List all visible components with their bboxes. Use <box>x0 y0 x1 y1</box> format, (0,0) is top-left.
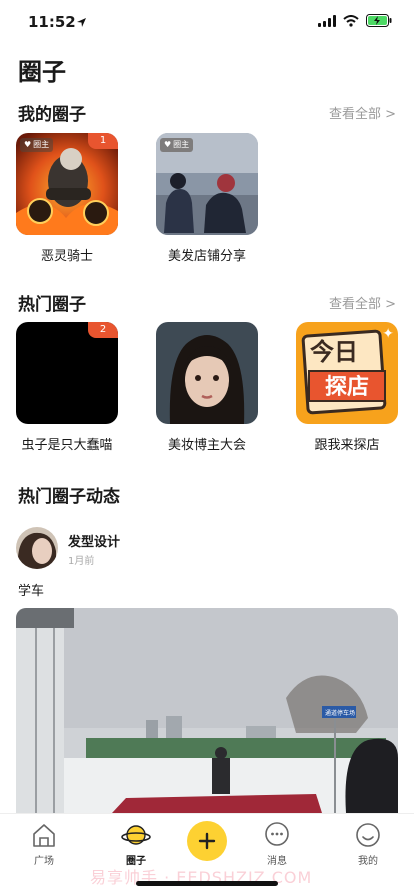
circle-label: 美妆博主大会 <box>167 438 246 453</box>
create-post-button[interactable] <box>187 821 227 861</box>
location-arrow-icon <box>77 18 86 27</box>
circle-label: 美发店铺分享 <box>167 249 246 264</box>
sparkle-icon: ✦ <box>382 326 394 342</box>
tab-label: 我的 <box>358 856 378 867</box>
tab-me[interactable]: 我的 <box>338 820 398 867</box>
store-visit-text-top: 今日 <box>310 338 358 366</box>
hot-feed-header: 热门圈子动态 <box>18 482 396 507</box>
circle-tile-ghost-rider[interactable]: ♥ 圈主 1 恶灵骑士 <box>16 133 118 264</box>
hot-feed-title: 热门圈子动态 <box>18 487 120 507</box>
post-text: 学车 <box>18 584 45 599</box>
tab-circles[interactable]: 圈子 <box>106 820 166 867</box>
parking-lot-image: 通道停车场 <box>16 608 398 813</box>
circle-label: 虫子是只大蠢喵 <box>21 438 113 453</box>
tab-plaza[interactable]: 广场 <box>14 820 74 867</box>
unread-badge: 1 <box>88 133 118 149</box>
post-image[interactable]: 通道停车场 <box>16 608 398 813</box>
circle-tile-store-visit[interactable]: 今日 探店 ✦ 跟我来探店 <box>296 322 398 453</box>
parking-sign-text: 通道停车场 <box>325 709 355 717</box>
circle-label: 跟我来探店 <box>314 438 380 453</box>
avatar-image <box>16 527 58 569</box>
home-indicator <box>136 881 278 886</box>
smiley-icon <box>356 823 380 847</box>
circle-label: 恶灵骑士 <box>40 249 93 264</box>
owner-tag: ♥ 圈主 <box>160 138 194 152</box>
avatar[interactable] <box>16 527 58 569</box>
signal-icon <box>318 14 336 27</box>
chat-bubble-icon <box>265 822 289 846</box>
hot-circles-header: 热门圈子 查看全部 > <box>18 290 396 315</box>
unread-badge: 2 <box>88 322 118 338</box>
hot-circles-title: 热门圈子 <box>18 295 86 315</box>
circle-thumbnail: ♥ 圈主 1 <box>16 133 118 235</box>
tab-label: 广场 <box>34 856 54 867</box>
circle-tile-bug-cat[interactable]: 2 虫子是只大蠢喵 <box>16 322 118 453</box>
post-author[interactable]: 发型设计 1月前 <box>16 527 396 571</box>
circle-thumbnail: 2 <box>16 322 118 424</box>
heart-icon: ♥ <box>24 140 32 149</box>
store-visit-text-bottom: 探店 <box>308 370 386 402</box>
plus-icon <box>198 832 216 850</box>
my-circles-header: 我的圈子 查看全部 > <box>18 100 396 125</box>
circle-tile-beauty-bloggers[interactable]: 美妆博主大会 <box>156 322 258 453</box>
status-indicators <box>318 14 392 27</box>
circle-tile-hair-salon[interactable]: ♥ 圈主 美发店铺分享 <box>156 133 258 264</box>
my-circles-title: 我的圈子 <box>18 105 86 125</box>
post-timestamp: 1月前 <box>68 556 95 567</box>
portrait-image <box>156 322 258 424</box>
battery-charging-icon <box>366 14 392 27</box>
planet-icon <box>121 825 151 845</box>
page-title: 圈子 <box>18 58 66 86</box>
wifi-icon <box>343 14 359 27</box>
circle-thumbnail: 今日 探店 ✦ <box>296 322 398 424</box>
post-author-name[interactable]: 发型设计 <box>68 531 120 550</box>
heart-icon: ♥ <box>164 140 172 149</box>
my-circles-view-all-link[interactable]: 查看全部 > <box>329 103 396 122</box>
circle-thumbnail: ♥ 圈主 <box>156 133 258 235</box>
circle-thumbnail <box>156 322 258 424</box>
owner-tag: ♥ 圈主 <box>20 138 54 152</box>
status-time: 11:52 <box>28 13 76 31</box>
house-icon <box>33 824 55 847</box>
tab-messages[interactable]: 消息 <box>247 820 307 867</box>
status-bar: 11:52 <box>0 0 414 44</box>
hot-circles-view-all-link[interactable]: 查看全部 > <box>329 293 396 312</box>
